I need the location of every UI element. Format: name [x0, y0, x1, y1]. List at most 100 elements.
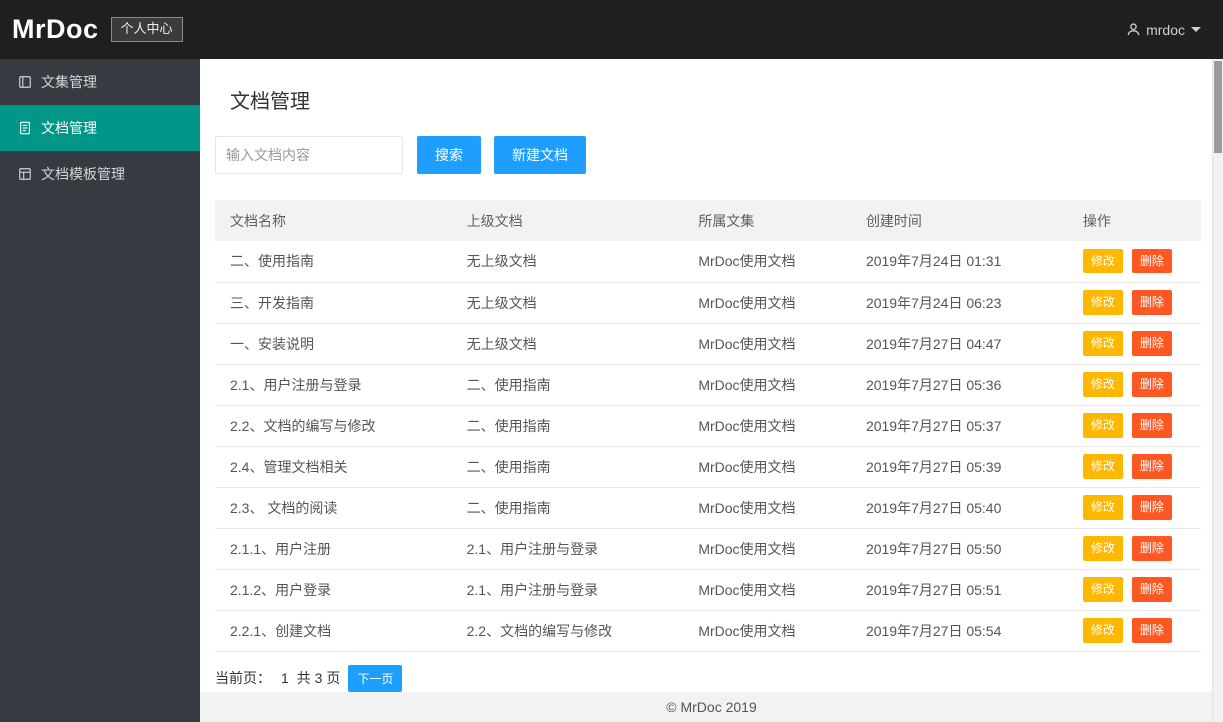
cell-created-time: 2019年7月27日 05:36 — [850, 364, 1068, 406]
doc-table: 文档名称 上级文档 所属文集 创建时间 操作 二、使用指南 无上级文档 MrDoc使用文档 2… — [215, 200, 1201, 652]
cell-actions: 修改 删除 — [1067, 364, 1201, 406]
cell-doc-name: 2.2.1、创建文档 — [215, 610, 452, 652]
pagination-total-pages: 共 3 页 — [296, 670, 341, 686]
cell-parent-doc: 2.1、用户注册与登录 — [451, 569, 684, 611]
delete-button[interactable]: 删除 — [1131, 536, 1172, 561]
table-row: 二、使用指南 无上级文档 MrDoc使用文档 2019年7月24日 01:31 修改 删除 — [215, 241, 1201, 283]
edit-button[interactable]: 修改 — [1082, 372, 1123, 397]
collection-icon — [18, 75, 32, 89]
cell-parent-doc: 无上级文档 — [451, 241, 684, 283]
cell-actions: 修改 删除 — [1067, 528, 1201, 570]
cell-collection: MrDoc使用文档 — [683, 610, 851, 652]
cell-actions: 修改 删除 — [1067, 569, 1201, 611]
pagination-label: 当前页： — [215, 670, 271, 686]
document-icon — [18, 121, 32, 135]
table-row: 2.4、管理文档相关 二、使用指南 MrDoc使用文档 2019年7月27日 05:3… — [215, 446, 1201, 488]
delete-button[interactable]: 删除 — [1131, 249, 1172, 274]
edit-button[interactable]: 修改 — [1082, 536, 1123, 561]
search-button[interactable]: 搜索 — [417, 136, 481, 174]
sidebar-item-label: 文档模板管理 — [41, 166, 125, 182]
edit-button[interactable]: 修改 — [1082, 413, 1123, 438]
cell-actions: 修改 删除 — [1067, 282, 1201, 324]
cell-parent-doc: 无上级文档 — [451, 323, 684, 365]
table-row: 三、开发指南 无上级文档 MrDoc使用文档 2019年7月24日 06:23 修改 删除 — [215, 282, 1201, 324]
cell-doc-name: 2.2、文档的编写与修改 — [215, 405, 452, 447]
edit-button[interactable]: 修改 — [1082, 454, 1123, 479]
doc-table-body: 二、使用指南 无上级文档 MrDoc使用文档 2019年7月24日 01:31 修改 删除… — [215, 241, 1201, 652]
cell-created-time: 2019年7月24日 01:31 — [850, 241, 1068, 283]
page-title: 文档管理 — [230, 91, 310, 113]
cell-parent-doc: 二、使用指南 — [451, 487, 684, 529]
template-icon — [18, 167, 32, 181]
delete-button[interactable]: 删除 — [1131, 577, 1172, 602]
top-navbar: MrDoc 个人中心 mrdoc — [0, 0, 1223, 59]
delete-button[interactable]: 删除 — [1131, 454, 1172, 479]
delete-button[interactable]: 删除 — [1131, 495, 1172, 520]
delete-button[interactable]: 删除 — [1131, 331, 1172, 356]
column-header: 操作 — [1067, 200, 1201, 241]
cell-collection: MrDoc使用文档 — [683, 323, 851, 365]
cell-parent-doc: 2.2、文档的编写与修改 — [451, 610, 684, 652]
search-input[interactable] — [215, 136, 403, 174]
cell-collection: MrDoc使用文档 — [683, 528, 851, 570]
toolbar: 搜索 新建文档 — [215, 136, 1201, 174]
body-row: 文集管理文档管理文档模板管理 文档管理 搜索 新建文档 文档名称上级文档所属文集… — [0, 59, 1223, 722]
cell-doc-name: 2.3、 文档的阅读 — [215, 487, 452, 529]
cell-created-time: 2019年7月27日 05:39 — [850, 446, 1068, 488]
main-column: 文档管理 搜索 新建文档 文档名称上级文档所属文集创建时间操作 二、使用指南无上… — [200, 59, 1223, 722]
edit-button[interactable]: 修改 — [1082, 249, 1123, 274]
sidebar-item-collections[interactable]: 文集管理 — [0, 59, 200, 105]
sidebar-item-templates[interactable]: 文档模板管理 — [0, 151, 200, 197]
table-row: 2.1.1、用户注册 2.1、用户注册与登录 MrDoc使用文档 2019年7月27日… — [215, 528, 1201, 570]
page: MrDoc 个人中心 mrdoc 文集管理文档管理文档模板管理 文档管理 搜索 — [0, 0, 1223, 722]
delete-button[interactable]: 删除 — [1131, 290, 1172, 315]
pagination: 当前页： 1 共 3 页 下一页 — [215, 664, 1201, 692]
edit-button[interactable]: 修改 — [1082, 618, 1123, 643]
cell-collection: MrDoc使用文档 — [683, 241, 851, 283]
table-row: 2.2、文档的编写与修改 二、使用指南 MrDoc使用文档 2019年7月27日 05… — [215, 405, 1201, 447]
edit-button[interactable]: 修改 — [1082, 331, 1123, 356]
sidebar-item-documents[interactable]: 文档管理 — [0, 105, 200, 151]
cell-created-time: 2019年7月27日 05:37 — [850, 405, 1068, 447]
next-page-button[interactable]: 下一页 — [348, 664, 403, 692]
cell-doc-name: 一、安装说明 — [215, 323, 452, 365]
username: mrdoc — [1146, 21, 1185, 38]
delete-button[interactable]: 删除 — [1131, 618, 1172, 643]
sidebar-item-label: 文集管理 — [41, 74, 97, 90]
user-center-badge[interactable]: 个人中心 — [110, 17, 183, 42]
cell-actions: 修改 删除 — [1067, 241, 1201, 283]
cell-doc-name: 2.4、管理文档相关 — [215, 446, 452, 488]
user-icon — [1126, 22, 1146, 37]
cell-collection: MrDoc使用文档 — [683, 487, 851, 529]
cell-actions: 修改 删除 — [1067, 323, 1201, 365]
column-header: 创建时间 — [850, 200, 1068, 241]
cell-actions: 修改 删除 — [1067, 446, 1201, 488]
cell-created-time: 2019年7月27日 05:51 — [850, 569, 1068, 611]
column-header: 文档名称 — [215, 200, 452, 241]
cell-collection: MrDoc使用文档 — [683, 446, 851, 488]
brand-logo[interactable]: MrDoc — [12, 14, 99, 45]
scrollbar[interactable] — [1212, 59, 1223, 722]
sidebar: 文集管理文档管理文档模板管理 — [0, 59, 200, 722]
edit-button[interactable]: 修改 — [1082, 290, 1123, 315]
table-row: 2.2.1、创建文档 2.2、文档的编写与修改 MrDoc使用文档 2019年7月27… — [215, 610, 1201, 652]
main-content: 文档管理 搜索 新建文档 文档名称上级文档所属文集创建时间操作 二、使用指南无上… — [200, 59, 1223, 692]
cell-parent-doc: 无上级文档 — [451, 282, 684, 324]
cell-doc-name: 三、开发指南 — [215, 282, 452, 324]
table-row: 2.1.2、用户登录 2.1、用户注册与登录 MrDoc使用文档 2019年7月27日… — [215, 569, 1201, 611]
cell-collection: MrDoc使用文档 — [683, 405, 851, 447]
edit-button[interactable]: 修改 — [1082, 495, 1123, 520]
cell-collection: MrDoc使用文档 — [683, 364, 851, 406]
delete-button[interactable]: 删除 — [1131, 372, 1172, 397]
user-menu[interactable]: mrdoc — [1126, 22, 1201, 38]
delete-button[interactable]: 删除 — [1131, 413, 1172, 438]
cell-actions: 修改 删除 — [1067, 487, 1201, 529]
cell-created-time: 2019年7月27日 05:50 — [850, 528, 1068, 570]
footer: © MrDoc 2019 — [200, 691, 1223, 722]
new-doc-button[interactable]: 新建文档 — [494, 136, 586, 174]
scrollbar-thumb[interactable] — [1214, 61, 1222, 153]
cell-doc-name: 二、使用指南 — [215, 241, 452, 283]
cell-collection: MrDoc使用文档 — [683, 282, 851, 324]
edit-button[interactable]: 修改 — [1082, 577, 1123, 602]
cell-doc-name: 2.1、用户注册与登录 — [215, 364, 452, 406]
